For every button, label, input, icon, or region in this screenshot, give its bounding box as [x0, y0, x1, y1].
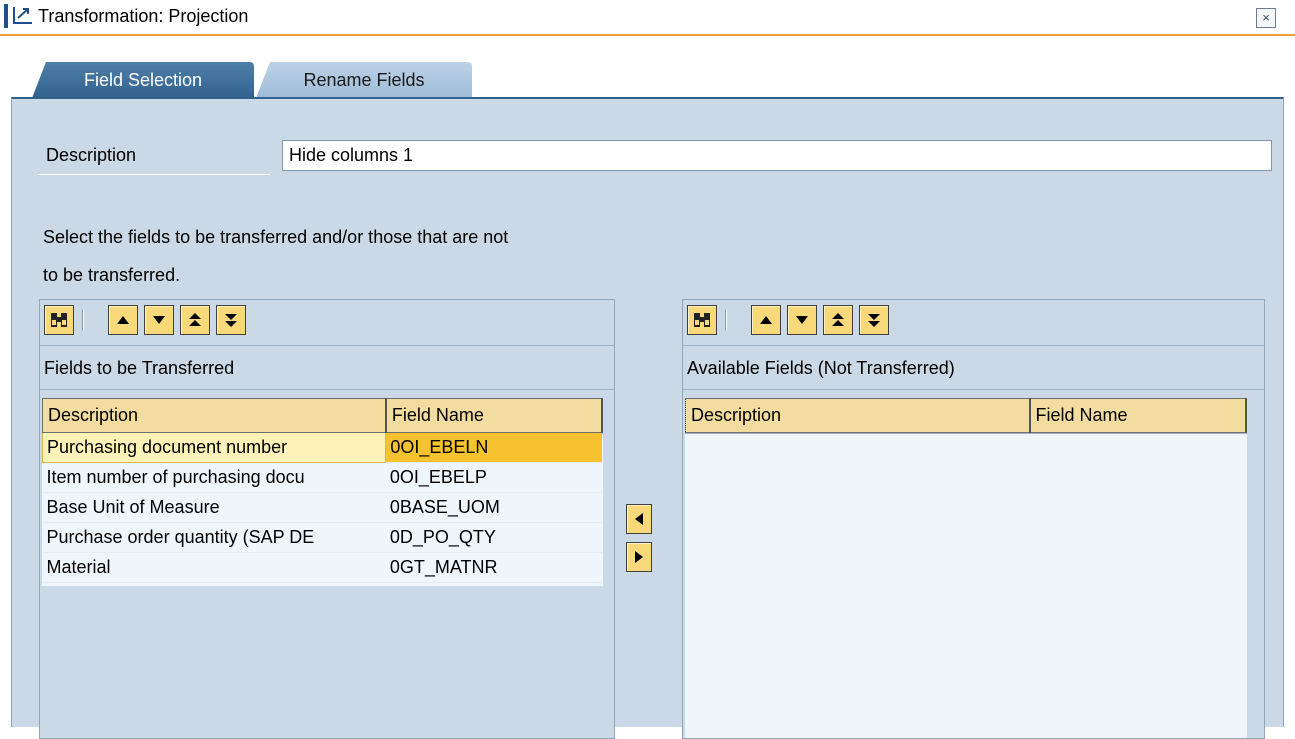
table-header-row: Description Field Name — [41, 398, 604, 433]
binoculars-icon — [694, 313, 710, 327]
toolbar-separator — [82, 309, 84, 331]
move-up-button[interactable] — [751, 305, 781, 335]
available-fields-panel: Available Fields (Not Transferred) Descr… — [682, 299, 1265, 739]
tab-field-selection[interactable]: Field Selection — [32, 62, 254, 98]
table-row[interactable]: Purchase order quantity (SAP DE 0D_PO_QT… — [42, 522, 602, 553]
close-button[interactable]: × — [1256, 8, 1276, 28]
column-header-description[interactable]: Description — [685, 398, 1031, 433]
move-to-bottom-icon — [868, 314, 880, 327]
window-titlebar: Transformation: Projection × — [0, 0, 1295, 36]
move-to-top-icon — [832, 313, 844, 326]
move-down-icon — [153, 316, 165, 324]
add-field-button[interactable] — [626, 542, 652, 572]
table-row[interactable]: Base Unit of Measure 0BASE_UOM — [42, 492, 602, 523]
title-accent-bar — [4, 4, 8, 28]
available-fields-table: Description Field Name — [685, 398, 1247, 433]
description-input[interactable] — [282, 140, 1272, 171]
find-button[interactable] — [44, 305, 74, 335]
transferred-toolbar — [40, 300, 614, 346]
move-to-top-icon — [189, 313, 201, 326]
move-down-icon — [796, 316, 808, 324]
table-row[interactable]: Purchasing document number 0OI_EBELN — [41, 432, 602, 463]
window-title: Transformation: Projection — [38, 6, 249, 26]
available-panel-title: Available Fields (Not Transferred) — [683, 346, 1264, 390]
available-toolbar — [683, 300, 1264, 346]
remove-field-button[interactable] — [626, 504, 652, 534]
instructions-line-2: to be transferred. — [43, 265, 181, 285]
toolbar-separator — [725, 309, 727, 331]
move-up-icon — [117, 316, 129, 324]
transferred-panel-title: Fields to be Transferred — [40, 346, 614, 390]
row-description[interactable]: Material — [42, 552, 386, 583]
transferred-fields-table: Description Field Name Purchasing docume… — [41, 398, 604, 583]
row-field-name[interactable]: 0BASE_UOM — [385, 492, 602, 523]
row-description[interactable]: Base Unit of Measure — [42, 492, 386, 523]
column-header-field-name[interactable]: Field Name — [385, 398, 604, 433]
row-field-name[interactable]: 0D_PO_QTY — [385, 522, 602, 553]
column-header-field-name[interactable]: Field Name — [1029, 398, 1247, 433]
row-description[interactable]: Item number of purchasing docu — [42, 462, 386, 493]
projection-icon — [13, 7, 32, 24]
move-down-button[interactable] — [144, 305, 174, 335]
row-description[interactable]: Purchasing document number — [41, 432, 387, 463]
move-to-bottom-button[interactable] — [216, 305, 246, 335]
column-header-description[interactable]: Description — [41, 398, 387, 433]
move-up-button[interactable] — [108, 305, 138, 335]
available-grid-body[interactable] — [685, 433, 1247, 738]
move-right-icon — [635, 551, 643, 563]
move-to-bottom-button[interactable] — [859, 305, 889, 335]
move-to-top-button[interactable] — [823, 305, 853, 335]
table-row[interactable]: Item number of purchasing docu 0OI_EBELP — [42, 462, 602, 493]
row-description[interactable]: Purchase order quantity (SAP DE — [42, 522, 386, 553]
row-field-name[interactable]: 0OI_EBELN — [385, 432, 602, 463]
find-button[interactable] — [687, 305, 717, 335]
tab-strip: Field Selection Rename Fields — [0, 36, 1295, 98]
tab-content-panel: Description Select the fields to be tran… — [11, 97, 1284, 739]
row-field-name[interactable]: 0OI_EBELP — [385, 462, 602, 493]
binoculars-icon — [51, 313, 67, 327]
tab-rename-fields[interactable]: Rename Fields — [256, 62, 472, 98]
transferred-fields-panel: Fields to be Transferred Description Fie… — [39, 299, 615, 739]
table-header-row: Description Field Name — [685, 398, 1247, 433]
move-left-icon — [635, 513, 643, 525]
table-row[interactable]: Material 0GT_MATNR — [42, 552, 602, 583]
transferred-grid-empty-area — [42, 586, 603, 738]
row-field-name[interactable]: 0GT_MATNR — [385, 552, 602, 583]
description-label: Description — [38, 135, 270, 175]
move-up-icon — [760, 316, 772, 324]
instructions-line-1: Select the fields to be transferred and/… — [43, 227, 509, 247]
move-to-top-button[interactable] — [180, 305, 210, 335]
move-down-button[interactable] — [787, 305, 817, 335]
move-to-bottom-icon — [225, 314, 237, 327]
description-row: Description — [38, 135, 1272, 175]
